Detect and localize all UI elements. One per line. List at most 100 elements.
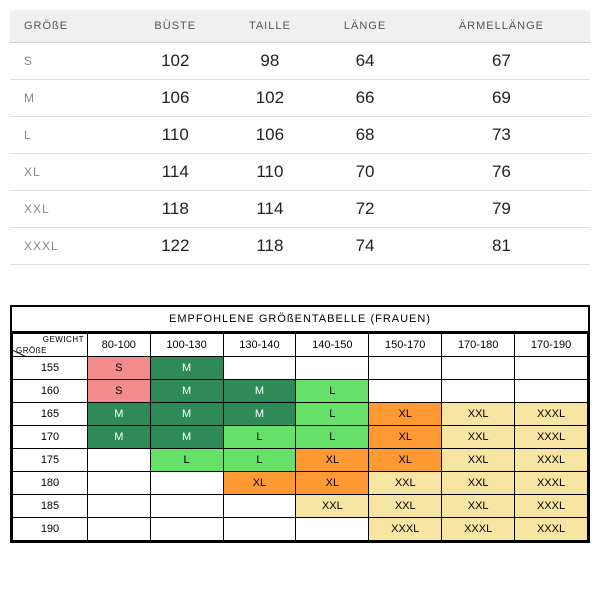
size-cell: L [296,403,369,426]
corner-height-label: GRÖßE [16,346,47,355]
size-cell: XL [369,449,442,472]
height-row-header: 190 [13,518,88,541]
table-row: 165MMMLXLXXLXXXL [13,403,588,426]
size-cell: L [223,426,296,449]
cell-sleeve: 76 [413,154,590,191]
cell-sleeve: 69 [413,80,590,117]
cell-sleeve: 81 [413,228,590,265]
height-row-header: 180 [13,472,88,495]
size-cell: XXL [442,403,515,426]
height-row-header: 165 [13,403,88,426]
size-cell [369,357,442,380]
height-row-header: 155 [13,357,88,380]
size-cell [442,380,515,403]
col-waist: TAILLE [222,10,317,43]
table-row: 160SMML [13,380,588,403]
size-cell [515,380,588,403]
table-row: S102986467 [10,43,590,80]
recommended-size-table-wrap: EMPFOHLENE GRÖßENTABELLE (FRAUEN) GEWICH… [10,305,590,543]
size-cell: M [88,426,151,449]
weight-col-header: 100-130 [150,334,223,357]
size-cell: M [223,380,296,403]
corner-weight-label: GEWICHT [43,335,84,344]
size-cell: XXXL [515,403,588,426]
recommended-size-table: GEWICHT GRÖßE 80-100100-130130-140140-15… [12,333,588,541]
size-cell: M [150,380,223,403]
cell-bust: 110 [128,117,222,154]
size-cell: XXL [442,495,515,518]
size-cell: XL [296,472,369,495]
cell-bust: 106 [128,80,222,117]
table-row: XXL1181147279 [10,191,590,228]
size-cell: XL [223,472,296,495]
col-sleeve: ÄRMELLÄNGE [413,10,590,43]
cell-size: XL [10,154,128,191]
size-cell: XXXL [369,518,442,541]
cell-length: 72 [317,191,413,228]
cell-length: 70 [317,154,413,191]
cell-sleeve: 67 [413,43,590,80]
height-row-header: 170 [13,426,88,449]
size-cell [515,357,588,380]
size-cell [223,495,296,518]
size-cell: XL [369,403,442,426]
col-size: GRÖßE [10,10,128,43]
weight-col-header: 80-100 [88,334,151,357]
height-row-header: 175 [13,449,88,472]
size-cell: XXL [369,472,442,495]
cell-bust: 122 [128,228,222,265]
cell-sleeve: 79 [413,191,590,228]
size-cell: L [296,426,369,449]
weight-col-header: 130-140 [223,334,296,357]
size-cell: M [150,357,223,380]
weight-col-header: 170-190 [515,334,588,357]
table-row: 185XXLXXLXXLXXXL [13,495,588,518]
col-bust: BÜSTE [128,10,222,43]
table-row: 155SM [13,357,588,380]
size-cell: L [223,449,296,472]
height-row-header: 160 [13,380,88,403]
cell-length: 64 [317,43,413,80]
cell-sleeve: 73 [413,117,590,154]
table-row: M1061026669 [10,80,590,117]
size-cell [150,518,223,541]
size-cell: XXXL [442,518,515,541]
size-cell [88,518,151,541]
table-row: 170MMLLXLXXLXXXL [13,426,588,449]
size-cell [223,518,296,541]
size-cell [296,357,369,380]
size-cell: XXXL [515,518,588,541]
size-cell: XXXL [515,426,588,449]
cell-waist: 114 [222,191,317,228]
size-cell: XXL [442,426,515,449]
table-row: 180XLXLXXLXXLXXXL [13,472,588,495]
cell-size: M [10,80,128,117]
size-cell [88,495,151,518]
size-cell [369,380,442,403]
size-cell: XXXL [515,495,588,518]
weight-col-header: 140-150 [296,334,369,357]
size-cell: S [88,380,151,403]
size-cell: XXL [442,472,515,495]
cell-waist: 98 [222,43,317,80]
cell-length: 66 [317,80,413,117]
table-row: XXXL1221187481 [10,228,590,265]
size-cell: XXL [369,495,442,518]
size-cell [88,449,151,472]
size-cell: XXL [296,495,369,518]
table-row: 190XXXLXXXLXXXL [13,518,588,541]
col-length: LÄNGE [317,10,413,43]
cell-waist: 106 [222,117,317,154]
cell-length: 68 [317,117,413,154]
size-cell [296,518,369,541]
size-cell: M [150,426,223,449]
size-cell: M [223,403,296,426]
size-cell [223,357,296,380]
cell-bust: 114 [128,154,222,191]
size-cell: XXL [442,449,515,472]
size-cell [150,472,223,495]
cell-bust: 102 [128,43,222,80]
size-cell: L [296,380,369,403]
cell-size: S [10,43,128,80]
size-cell: XXXL [515,472,588,495]
